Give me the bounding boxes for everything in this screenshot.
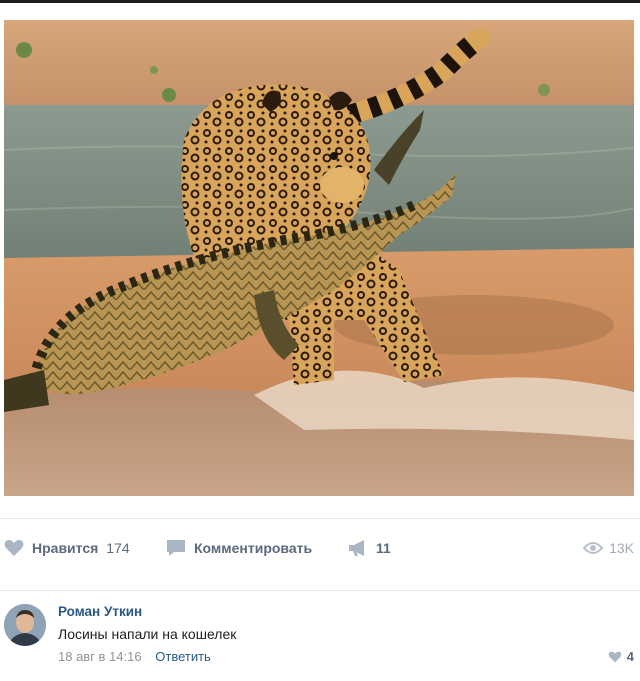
comment-text: Лосины напали на кошелек (58, 626, 237, 642)
comment-like-button[interactable]: 4 (608, 649, 634, 664)
heart-icon (4, 539, 24, 556)
comments-divider (0, 590, 640, 591)
share-count: 11 (376, 540, 391, 556)
comment-item: Роман Уткин Лосины напали на кошелек 18 … (0, 600, 640, 681)
post-actions-bar: Нравится 174 Комментировать 11 13K (0, 518, 640, 577)
heart-icon (608, 651, 622, 662)
comment-author-link[interactable]: Роман Уткин (58, 604, 142, 619)
user-avatar[interactable] (4, 604, 46, 646)
like-count: 174 (106, 540, 130, 556)
reply-button[interactable]: Ответить (155, 649, 211, 664)
comment-date[interactable]: 18 авг в 14:16 (58, 649, 142, 664)
comment-button[interactable]: Комментировать (166, 537, 312, 559)
comment-like-count: 4 (626, 649, 634, 664)
comment-icon (167, 540, 185, 556)
comment-label: Комментировать (194, 540, 313, 556)
views-counter: 13K (583, 537, 634, 559)
views-count: 13K (609, 540, 634, 556)
eye-icon (583, 542, 604, 554)
top-border (0, 0, 640, 3)
megaphone-icon (349, 540, 364, 556)
photo-illustration (4, 20, 634, 496)
like-button[interactable]: Нравится 174 (4, 537, 130, 559)
share-button[interactable]: 11 (348, 537, 391, 559)
comment-meta: 18 авг в 14:16 Ответить (58, 649, 211, 664)
like-label: Нравится (32, 540, 99, 556)
avatar-portrait (4, 604, 46, 646)
post-photo[interactable] (4, 20, 634, 496)
